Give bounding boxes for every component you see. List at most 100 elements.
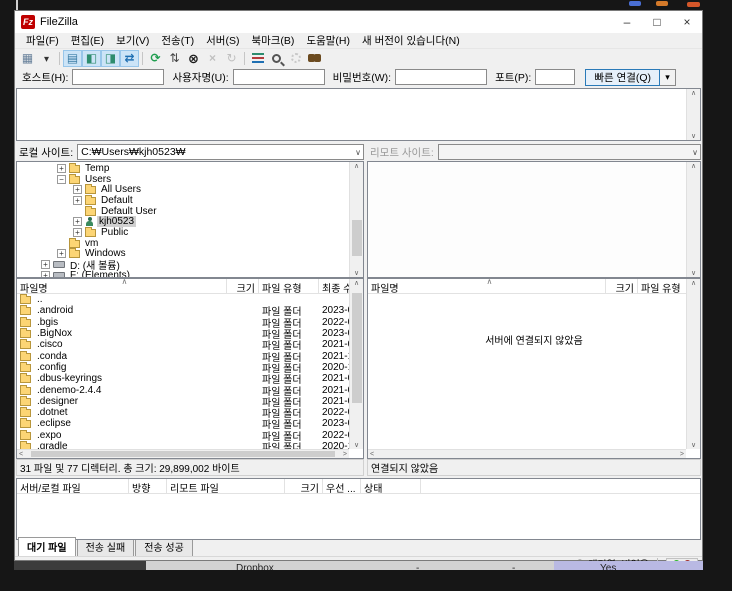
folder-icon xyxy=(20,350,31,361)
column-header-1[interactable]: 크기 xyxy=(227,279,259,293)
remote-list-hscrollbar[interactable]: < > xyxy=(368,449,686,458)
reconnect-button[interactable] xyxy=(222,50,241,67)
column-header-3[interactable]: 크기 xyxy=(285,479,323,493)
tree-item-all-users[interactable]: + All Users xyxy=(17,184,349,195)
process-queue-button[interactable] xyxy=(165,50,184,67)
tree-item-label: F: (Elements) xyxy=(70,269,131,278)
menu-item-4[interactable]: 서버(S) xyxy=(200,33,245,48)
menu-item-2[interactable]: 보기(V) xyxy=(110,33,155,48)
cancel-button[interactable] xyxy=(184,50,203,67)
column-header-1[interactable]: 크기 xyxy=(606,279,638,293)
local-tree-toggle[interactable] xyxy=(82,49,101,67)
expand-icon[interactable]: + xyxy=(73,185,82,195)
password-input[interactable] xyxy=(395,69,488,85)
menu-item-1[interactable]: 편집(E) xyxy=(65,33,110,48)
filter-button[interactable] xyxy=(248,50,267,67)
message-log-scrollbar[interactable]: ∧ ∨ xyxy=(686,89,700,140)
tree-item-windows[interactable]: + Windows xyxy=(17,248,349,259)
folder-icon xyxy=(20,418,31,429)
queue-tabs: 대기 파일 전송 실패 전송 성공 xyxy=(15,537,702,556)
refresh-button[interactable] xyxy=(146,50,165,67)
find-icon xyxy=(308,54,321,62)
tree-item-default-user[interactable]: Default User xyxy=(17,205,349,217)
remote-status-text: 연결되지 않았음 xyxy=(367,459,701,476)
local-site-dropdown[interactable]: C:₩Users₩kjh0523₩ ∨ xyxy=(77,144,364,160)
remote-tree-scrollbar[interactable]: ∧ ∨ xyxy=(686,162,700,277)
tree-item-vm[interactable]: vm xyxy=(17,237,349,249)
tree-item-users[interactable]: − Users xyxy=(17,173,349,185)
synchronized-browsing-button[interactable] xyxy=(286,50,305,67)
tree-item-public[interactable]: + Public xyxy=(17,226,349,238)
column-header-0[interactable]: 파일명 ∧ xyxy=(17,279,227,293)
menu-item-3[interactable]: 전송(T) xyxy=(155,33,200,48)
tree-panes: + Temp − Users + All Users + Default Default Use… xyxy=(15,161,702,278)
maximize-button[interactable]: □ xyxy=(642,11,672,33)
column-header-2[interactable]: 리모트 파일 xyxy=(167,479,285,493)
title-bar: Fz FileZilla – □ × xyxy=(15,11,702,33)
site-manager-button[interactable] xyxy=(18,50,37,67)
expand-icon[interactable]: + xyxy=(73,195,82,205)
file-name-text: .eclipse xyxy=(37,418,71,430)
minimize-button[interactable]: – xyxy=(612,11,642,33)
column-header-0[interactable]: 파일명 ∧ xyxy=(368,279,606,293)
local-tree-scrollbar[interactable]: ∧ ∨ xyxy=(349,162,363,277)
folder-icon xyxy=(69,162,80,173)
column-header-5[interactable]: 상태 xyxy=(361,479,421,493)
dropdown-arrow-icon xyxy=(44,52,49,65)
folder-icon xyxy=(20,328,31,339)
expand-icon[interactable]: + xyxy=(57,163,66,173)
column-header-4[interactable]: 우선 ... xyxy=(323,479,361,493)
folder-icon xyxy=(20,339,31,350)
message-log-toggle[interactable] xyxy=(63,49,82,67)
close-button[interactable]: × xyxy=(672,11,702,33)
local-list-hscrollbar[interactable]: < > xyxy=(17,449,349,458)
tree-item-temp[interactable]: + Temp xyxy=(17,162,349,174)
compare-icon xyxy=(272,53,281,63)
tree-item-f-elements-[interactable]: + F: (Elements) xyxy=(17,269,349,278)
find-files-button[interactable] xyxy=(305,50,324,67)
site-selector-row: 로컬 사이트: C:₩Users₩kjh0523₩ ∨ 리모트 사이트: ∨ xyxy=(15,143,702,161)
quickconnect-dropdown[interactable]: ▾ xyxy=(660,68,677,86)
remote-list-vscrollbar[interactable]: ∧ ∨ xyxy=(686,279,700,449)
local-file-list: 파일명 ∧ 크기 파일 유형 최종 수정 .. .android 파일 폴더 2023-01-… xyxy=(16,278,364,459)
folder-icon xyxy=(69,173,80,184)
file-name-text: .cisco xyxy=(37,339,63,351)
username-input[interactable] xyxy=(232,69,325,85)
expand-icon[interactable]: + xyxy=(41,260,50,270)
disconnect-button[interactable] xyxy=(203,50,222,67)
file-list-panes: 파일명 ∧ 크기 파일 유형 최종 수정 .. .android 파일 폴더 2023-01-… xyxy=(15,278,702,459)
tree-item-default[interactable]: + Default xyxy=(17,194,349,206)
tree-item-d-[interactable]: + D: (새 볼륨) xyxy=(17,259,349,272)
folder-icon xyxy=(69,248,80,259)
port-input[interactable] xyxy=(535,69,576,85)
remote-tree-toggle[interactable] xyxy=(101,49,120,67)
chevron-down-icon: ∨ xyxy=(692,147,698,157)
collapse-icon[interactable]: − xyxy=(57,174,66,184)
folder-icon xyxy=(20,305,31,316)
menu-item-6[interactable]: 도움말(H) xyxy=(300,33,356,48)
tree-item-label: Temp xyxy=(85,162,110,174)
expand-icon[interactable]: + xyxy=(73,217,82,227)
remote-file-list: 파일명∧크기파일 유형최종 서버에 연결되지 않았음 <> ∧∨ xyxy=(367,278,701,459)
quickconnect-button[interactable]: 빠른 연결(Q) xyxy=(585,68,661,86)
local-list-vscrollbar[interactable]: ∧ ∨ xyxy=(349,279,363,449)
expand-icon[interactable]: + xyxy=(73,227,82,237)
expand-icon[interactable]: + xyxy=(57,249,66,259)
menu-item-0[interactable]: 파일(F) xyxy=(20,33,65,48)
tree-item-kjh0523[interactable]: + kjh0523 xyxy=(17,216,349,228)
menu-item-7[interactable]: 새 버전이 있습니다(N) xyxy=(356,33,466,48)
column-header-1[interactable]: 방향 xyxy=(129,479,167,493)
column-header-0[interactable]: 서버/로컬 파일 xyxy=(17,479,129,493)
menu-item-5[interactable]: 북마크(B) xyxy=(245,33,300,48)
host-input[interactable] xyxy=(72,69,165,85)
remote-site-dropdown[interactable]: ∨ xyxy=(437,144,701,160)
reconnect-icon xyxy=(226,52,236,64)
expand-icon[interactable]: + xyxy=(41,270,50,277)
queue-tab-0[interactable]: 대기 파일 xyxy=(18,537,76,556)
queue-toggle[interactable] xyxy=(120,49,139,67)
directory-comparison-button[interactable] xyxy=(267,50,286,67)
file-name-cell: .denemo-2.4.4 xyxy=(17,384,227,396)
toolbar-separator xyxy=(142,51,143,65)
column-header-2[interactable]: 파일 유형 xyxy=(259,279,319,293)
site-manager-dropdown[interactable] xyxy=(37,50,56,67)
